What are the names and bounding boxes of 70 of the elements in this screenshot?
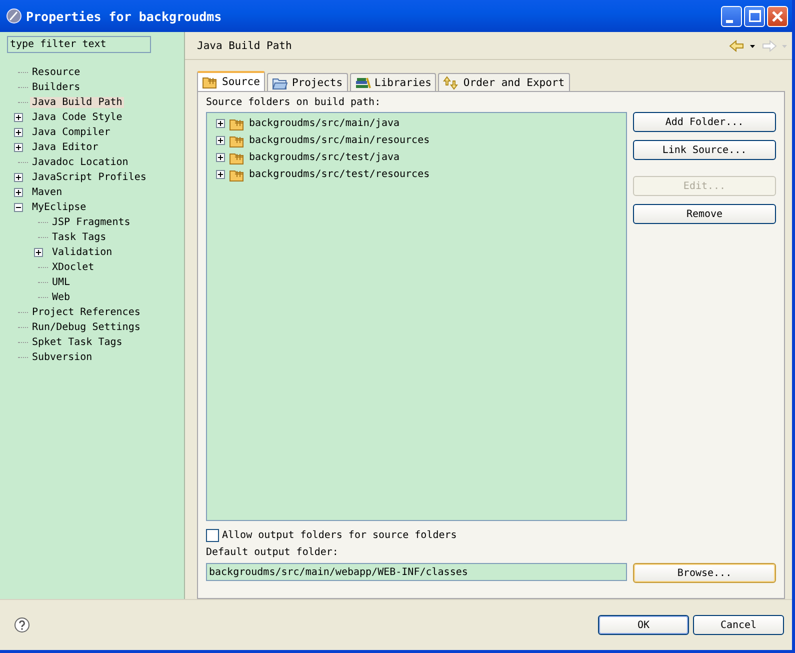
expand-icon[interactable] xyxy=(216,119,225,128)
tree-item[interactable]: JavaScript Profiles xyxy=(30,172,148,183)
tree-item[interactable]: Project References xyxy=(30,307,142,318)
tree-item[interactable]: Resource xyxy=(30,67,82,78)
tree-item[interactable]: Spket Task Tags xyxy=(30,337,124,348)
expand-icon[interactable] xyxy=(216,153,225,162)
tab[interactable]: Projects xyxy=(266,73,348,91)
dialog-button[interactable]: OK xyxy=(598,615,689,635)
minimize-icon xyxy=(726,20,733,22)
list-label: Source folders on build path: xyxy=(206,97,382,110)
checkbox[interactable] xyxy=(206,528,219,542)
field-label: Default output folder: xyxy=(206,547,340,560)
app-icon xyxy=(6,8,22,24)
list-item[interactable]: backgroudms/src/test/resources xyxy=(249,169,430,180)
folder-icon xyxy=(202,75,218,89)
back-arrow-icon[interactable] xyxy=(729,40,755,52)
close-icon xyxy=(772,10,783,22)
tree-item[interactable]: Java Compiler xyxy=(30,127,112,138)
action-button[interactable]: Link Source... xyxy=(633,140,776,160)
tree-item[interactable]: Run/Debug Settings xyxy=(30,322,142,333)
window-title: Properties for backgroudms xyxy=(26,8,222,24)
tree-item[interactable]: Javadoc Location xyxy=(30,157,130,168)
expand-icon[interactable] xyxy=(216,136,225,145)
dialog-button[interactable]: Cancel xyxy=(693,615,784,635)
tree-item[interactable]: Web xyxy=(50,292,72,303)
close-button[interactable] xyxy=(767,6,788,26)
list-item[interactable]: backgroudms/src/main/java xyxy=(249,118,400,129)
collapse-icon[interactable] xyxy=(14,203,23,212)
tree-item[interactable]: MyEclipse xyxy=(30,202,88,213)
tree-item[interactable]: Java Code Style xyxy=(30,112,124,123)
tree-item[interactable]: JSP Fragments xyxy=(50,217,132,228)
help-icon[interactable] xyxy=(14,617,30,633)
folder-icon xyxy=(229,168,245,182)
page-title: Java Build Path xyxy=(197,40,292,52)
browse-button[interactable]: Browse... xyxy=(633,563,776,583)
maximize-icon xyxy=(748,10,760,22)
folder-icon xyxy=(229,150,245,164)
checkbox-label: Allow output folders for source folders xyxy=(222,530,457,540)
expand-icon[interactable] xyxy=(14,188,23,197)
expand-icon[interactable] xyxy=(14,113,23,122)
filter-field[interactable]: type filter text xyxy=(7,36,151,53)
tree-item[interactable]: Task Tags xyxy=(50,232,108,243)
maximize-button[interactable] xyxy=(744,6,765,26)
tab[interactable]: Libraries xyxy=(350,73,436,91)
action-button[interactable]: Remove xyxy=(633,204,776,224)
folder-icon xyxy=(229,116,245,130)
tree-item[interactable]: Subversion xyxy=(30,352,94,363)
list-item[interactable]: backgroudms/src/main/resources xyxy=(249,135,430,146)
minimize-button[interactable] xyxy=(721,6,742,26)
tree-item[interactable]: UML xyxy=(50,277,72,288)
expand-icon[interactable] xyxy=(14,143,23,152)
tree-item[interactable]: Java Build Path xyxy=(30,97,124,108)
tree-item[interactable]: Builders xyxy=(30,82,82,93)
expand-icon[interactable] xyxy=(14,173,23,182)
action-button[interactable]: Add Folder... xyxy=(633,112,776,132)
list-item[interactable]: backgroudms/src/test/java xyxy=(249,152,400,163)
output-folder-field[interactable]: backgroudms/src/main/webapp/WEB-INF/classes xyxy=(206,563,627,581)
tab[interactable]: Order and Export xyxy=(438,73,570,91)
tree-item[interactable]: Validation xyxy=(50,247,114,258)
expand-icon[interactable] xyxy=(34,248,43,257)
tree-item[interactable]: Java Editor xyxy=(30,142,100,153)
tree-item[interactable]: Maven xyxy=(30,187,64,198)
tree-item[interactable]: XDoclet xyxy=(50,262,96,273)
folder-icon xyxy=(229,134,245,148)
expand-icon[interactable] xyxy=(216,170,225,179)
up-down-arrows-icon xyxy=(443,76,460,90)
books-icon xyxy=(354,76,371,90)
folder-icon xyxy=(272,76,288,90)
expand-icon[interactable] xyxy=(14,128,23,137)
tab[interactable]: Source xyxy=(197,71,265,91)
